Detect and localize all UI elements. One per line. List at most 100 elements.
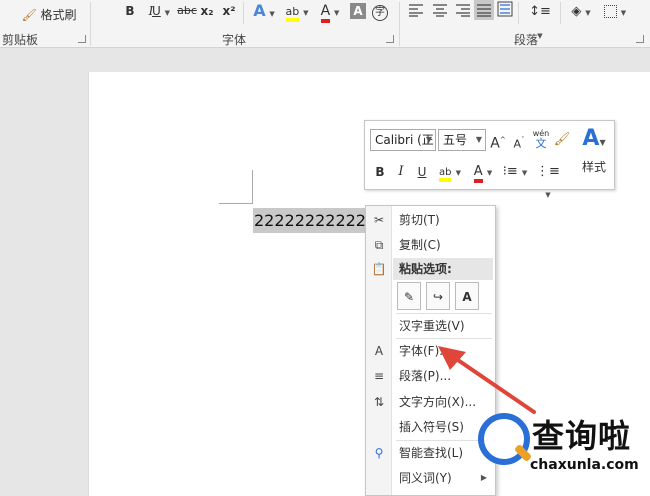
- divider: [399, 2, 400, 46]
- underline-label: U: [151, 4, 161, 18]
- paint-bucket-icon: ◈: [571, 4, 582, 19]
- distributed-align-icon[interactable]: [497, 1, 513, 17]
- watermark-q-icon: [478, 413, 530, 465]
- underline-button[interactable]: U: [413, 161, 431, 183]
- borders-button[interactable]: ▼: [600, 0, 630, 22]
- font-size-combo[interactable]: 五号 ▼: [438, 129, 486, 151]
- watermark-url: chaxunla.com: [530, 457, 639, 473]
- numbering-icon: ⋮≡: [536, 164, 560, 179]
- align-right-icon[interactable]: [455, 3, 471, 17]
- search-icon: ⚲: [374, 446, 384, 460]
- watermark-title: 查询啦: [532, 417, 632, 455]
- menu-item-label: 智能查找(L): [399, 446, 464, 460]
- paste-text-only-icon[interactable]: A: [455, 282, 479, 310]
- chevron-down-icon: ▼: [425, 135, 432, 144]
- divider: [90, 2, 91, 46]
- clipboard-group-label: 剪贴板: [2, 33, 39, 47]
- paste-options-header: 粘贴选项:: [393, 258, 493, 280]
- font-color-button[interactable]: A ▼: [469, 161, 497, 183]
- paragraph-group-label: 段落: [514, 33, 539, 47]
- paragraph-launcher-icon[interactable]: [636, 35, 644, 43]
- highlight-button[interactable]: ab ▼: [435, 161, 465, 183]
- justify-button[interactable]: [474, 0, 494, 20]
- text-direction-icon: ⇅: [373, 395, 385, 409]
- font-color-button[interactable]: A ▼: [315, 0, 345, 23]
- bold-button[interactable]: B: [120, 0, 140, 22]
- chevron-down-icon: ▼: [585, 9, 591, 17]
- divider: [518, 2, 519, 24]
- superscript-button[interactable]: x²: [220, 0, 238, 22]
- italic-button[interactable]: I: [392, 161, 410, 183]
- menu-item-label: 汉字重选(V): [399, 319, 465, 333]
- divider: [560, 2, 561, 24]
- chevron-down-icon: ▼: [486, 169, 493, 177]
- font-size-value: 五号: [443, 133, 468, 147]
- styles-button[interactable]: A▼ 样式: [577, 125, 611, 183]
- styles-icon: A▼: [582, 126, 606, 151]
- highlight-button[interactable]: ab ▼: [282, 0, 312, 22]
- borders-icon: [603, 5, 617, 18]
- divider: [243, 2, 244, 24]
- clipboard-launcher-icon[interactable]: [78, 35, 86, 43]
- grow-font-icon: A: [490, 135, 500, 152]
- highlighter-icon: ab: [438, 167, 452, 182]
- clipboard-icon: 📋: [371, 262, 387, 276]
- margin-corner-mark: [219, 203, 253, 204]
- grow-font-button[interactable]: A^: [489, 129, 507, 151]
- font-name-combo[interactable]: Calibri (正 ▼: [370, 129, 436, 151]
- chevron-down-icon: ▼: [620, 9, 627, 17]
- chevron-down-icon: ▼: [521, 169, 528, 177]
- ribbon: 🖌 格式刷 剪贴板 B I U ▼ abc x₂ x² A ▼ ab ▼ A ▼…: [0, 0, 650, 48]
- chevron-down-icon: ▼: [334, 9, 340, 17]
- font-icon: A: [374, 344, 384, 358]
- format-painter-button[interactable]: 🖌 格式刷: [20, 4, 78, 26]
- brush-icon: 🖌: [553, 132, 571, 147]
- bullets-icon: ⁝≡: [502, 164, 518, 179]
- menu-item-copy[interactable]: ⧉ 复制(C): [366, 234, 495, 256]
- highlighter-icon: ab: [285, 5, 300, 22]
- chevron-down-icon: ▼: [303, 9, 309, 17]
- underline-button[interactable]: U ▼: [144, 0, 176, 22]
- text-effect-button[interactable]: A ▼: [250, 0, 278, 22]
- chevron-down-icon: ▼: [269, 10, 275, 18]
- font-launcher-icon[interactable]: [386, 35, 394, 43]
- align-center-icon[interactable]: [432, 3, 448, 17]
- chevron-down-icon: ▼: [455, 169, 461, 177]
- styles-label: 样式: [581, 160, 606, 174]
- format-painter-button[interactable]: 🖌: [553, 129, 571, 151]
- font-group-label: 字体: [222, 33, 247, 47]
- shrink-font-button[interactable]: Aˇ: [510, 129, 528, 151]
- phonetic-guide-button[interactable]: wén 文: [530, 129, 552, 151]
- selected-text[interactable]: 2222222222222: [253, 208, 371, 233]
- chevron-down-icon: ▼: [537, 32, 543, 40]
- format-painter-label: 格式刷: [40, 8, 77, 22]
- paste-merge-formatting-icon[interactable]: ↪: [426, 282, 450, 310]
- mini-toolbar: Calibri (正 ▼ 五号 ▼ A^ Aˇ wén 文 🖌 A▼ 样式 B …: [364, 120, 615, 199]
- char-shading-button[interactable]: A: [350, 3, 366, 19]
- divider: [396, 338, 492, 339]
- menu-item-cut[interactable]: ✂ 剪切(T): [366, 209, 495, 231]
- scissors-icon: ✂: [373, 213, 385, 227]
- text-effect-icon: A: [253, 1, 266, 20]
- brush-icon: 🖌: [21, 8, 37, 22]
- subscript-button[interactable]: x₂: [198, 0, 216, 22]
- bold-button[interactable]: B: [371, 161, 389, 183]
- justify-icon: [477, 4, 491, 17]
- align-left-icon[interactable]: [408, 3, 424, 17]
- chevron-down-icon: ▼: [545, 191, 551, 199]
- strikethrough-button[interactable]: abc: [176, 0, 198, 22]
- phonetic-bottom: 文: [535, 137, 547, 150]
- paste-keep-formatting-icon[interactable]: ✎: [397, 282, 421, 310]
- chevron-down-icon: ▼: [164, 9, 170, 17]
- menu-item-hanzi-reselect[interactable]: 汉字重选(V): [366, 315, 495, 337]
- chevron-down-icon: ▼: [475, 135, 482, 144]
- line-spacing-button[interactable]: ↕≡ ▼: [526, 0, 554, 40]
- watermark-logo: 查询啦 chaxunla.com: [470, 405, 648, 487]
- enclose-char-button[interactable]: 字: [370, 0, 390, 22]
- bullets-button[interactable]: ⁝≡ ▼: [501, 161, 529, 183]
- font-color-icon: A: [320, 3, 331, 23]
- numbering-button[interactable]: ⋮≡ ▼: [533, 161, 563, 199]
- shading-button[interactable]: ◈ ▼: [566, 0, 596, 22]
- font-color-icon: A: [473, 164, 483, 183]
- divider: [396, 313, 492, 314]
